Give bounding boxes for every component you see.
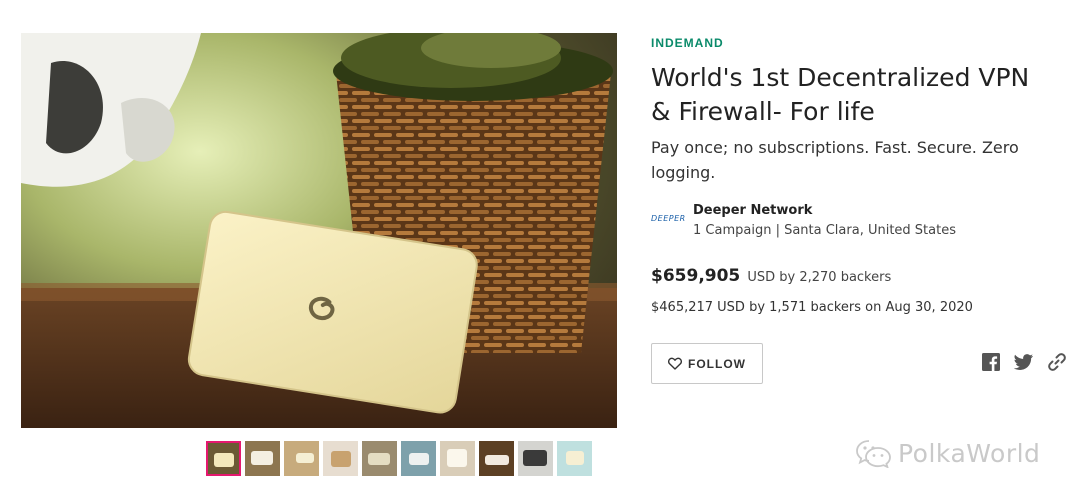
funded-backers: USD by 2,270 backers <box>747 270 892 285</box>
heart-icon <box>668 357 682 370</box>
thumbnail-strip <box>206 441 592 476</box>
title-line: World's 1st Decentralized VPN <box>651 63 1030 92</box>
subtitle-line: Pay once; no subscriptions. Fast. Secure… <box>651 138 1019 157</box>
funded-amount: $659,905 <box>651 266 741 286</box>
thumbnail[interactable] <box>362 441 397 476</box>
thumbnail[interactable] <box>440 441 475 476</box>
funding-summary: $659,905 USD by 2,270 backers <box>651 266 891 286</box>
thumbnail[interactable] <box>479 441 514 476</box>
thumbnail[interactable] <box>557 441 592 476</box>
owner-meta: 1 Campaign | Santa Clara, United States <box>693 223 956 238</box>
thumbnail[interactable] <box>206 441 241 476</box>
thumbnail[interactable] <box>518 441 553 476</box>
category-label[interactable]: INDEMAND <box>651 36 1071 50</box>
facebook-icon[interactable] <box>981 352 1001 372</box>
campaign-subtitle: Pay once; no subscriptions. Fast. Secure… <box>651 135 1071 185</box>
owner-name[interactable]: Deeper Network <box>693 203 956 218</box>
watermark: PolkaWorld <box>856 438 1040 468</box>
thumbnail[interactable] <box>284 441 319 476</box>
twitter-icon[interactable] <box>1013 352 1033 372</box>
campaign-owner: DEEPER Deeper Network 1 Campaign | Santa… <box>651 203 956 238</box>
thumbnail[interactable] <box>245 441 280 476</box>
campaign-info: INDEMAND World's 1st Decentralized VPN &… <box>651 33 1071 185</box>
previous-funding: $465,217 USD by 1,571 backers on Aug 30,… <box>651 300 973 315</box>
link-icon[interactable] <box>1047 352 1067 372</box>
owner-logo[interactable]: DEEPER <box>651 214 687 228</box>
watermark-text: PolkaWorld <box>898 438 1041 468</box>
campaign-title: World's 1st Decentralized VPN & Firewall… <box>651 61 1071 129</box>
follow-button[interactable]: FOLLOW <box>651 343 763 384</box>
thumbnail[interactable] <box>323 441 358 476</box>
hero-image <box>21 33 617 428</box>
wechat-icon <box>856 440 891 468</box>
thumbnail[interactable] <box>401 441 436 476</box>
title-line: & Firewall- For life <box>651 97 875 126</box>
subtitle-line: logging. <box>651 163 716 182</box>
follow-label: FOLLOW <box>688 356 746 371</box>
